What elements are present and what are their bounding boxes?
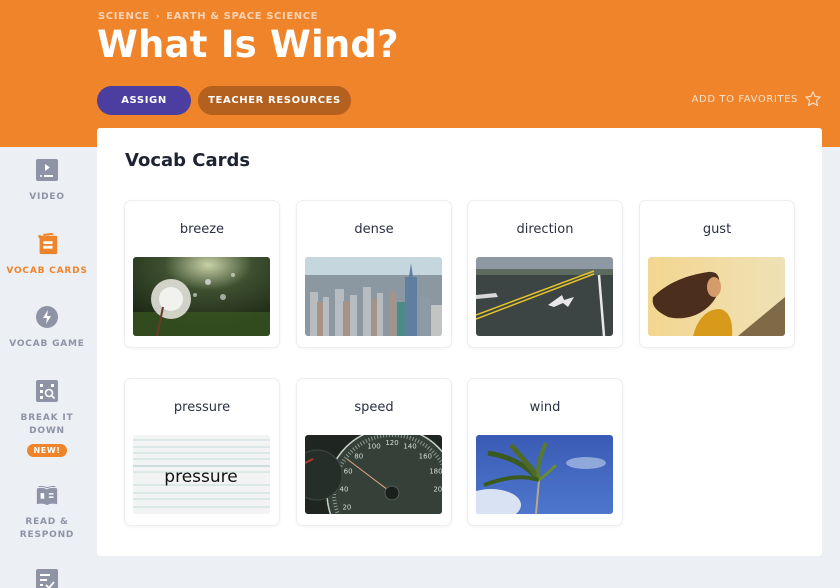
sidebar-item-vocab-game[interactable]: VOCAB GAME — [0, 305, 94, 351]
gauge-tick-label: 160 — [419, 453, 432, 461]
sidebar-item-checklist[interactable] — [0, 568, 94, 588]
vocab-card-dense[interactable]: dense — [297, 201, 451, 347]
vocab-card-image — [476, 435, 613, 514]
vocab-card-word: dense — [354, 222, 394, 237]
vocab-card-breeze[interactable]: breeze — [125, 201, 279, 347]
book-icon — [35, 483, 59, 507]
vocab-card-speed[interactable]: speed 20 40 6080 100 120 140160 180 200 — [297, 379, 451, 525]
breadcrumb-item-earth-space-science[interactable]: EARTH & SPACE SCIENCE — [166, 11, 318, 22]
gauge-tick-label: 100 — [367, 443, 380, 451]
sidebar-item-label: VOCAB GAME — [9, 339, 85, 349]
sidebar-item-label: BREAK IT DOWN — [20, 413, 74, 436]
sidebar-item-read-respond[interactable]: READ & RESPOND — [0, 483, 94, 542]
vocab-card-word: gust — [702, 222, 732, 237]
gauge-tick-label: 140 — [403, 443, 416, 451]
star-icon — [805, 91, 821, 107]
page-title: What Is Wind? — [97, 23, 399, 66]
vocab-cards-icon — [35, 232, 59, 256]
vocab-card-image — [133, 257, 270, 336]
sidebar-item-break-it-down[interactable]: BREAK IT DOWN NEW! — [0, 379, 94, 457]
checklist-icon — [35, 568, 59, 588]
gauge-tick-label: 180 — [429, 468, 442, 476]
sidebar-item-label: VIDEO — [29, 192, 65, 202]
video-icon — [35, 158, 59, 182]
vocab-card-image: 20 40 6080 100 120 140160 180 200 — [305, 435, 442, 514]
gauge-tick-label: 40 — [340, 485, 349, 493]
breadcrumb: SCIENCE › EARTH & SPACE SCIENCE — [98, 11, 318, 22]
new-badge: NEW! — [27, 444, 67, 457]
vocab-card-word: pressure — [173, 400, 231, 415]
gauge-tick-label: 200 — [433, 485, 442, 493]
breadcrumb-item-science[interactable]: SCIENCE — [98, 11, 150, 22]
sidebar-item-vocab-cards[interactable]: VOCAB CARDS — [0, 232, 94, 278]
assign-button[interactable]: ASSIGN — [97, 86, 191, 115]
vocab-card-image: pressure — [133, 435, 270, 514]
vocab-card-word: speed — [354, 400, 394, 415]
vocab-card-word: wind — [529, 400, 561, 415]
vocab-cards-panel: Vocab Cards breeze dense direction gust … — [97, 128, 822, 556]
vocab-card-gust[interactable]: gust — [640, 201, 794, 347]
sidebar-item-label: VOCAB CARDS — [6, 266, 88, 276]
vocab-card-word: breeze — [179, 222, 225, 237]
gauge-tick-label: 20 — [342, 503, 351, 511]
lightning-icon — [35, 305, 59, 329]
vocab-card-direction[interactable]: direction — [468, 201, 622, 347]
sidebar-nav: VIDEO VOCAB CARDS VOCAB GAME BREAK IT DO… — [0, 147, 94, 588]
panel-title: Vocab Cards — [125, 150, 251, 171]
vocab-card-image — [305, 257, 442, 336]
break-it-down-icon — [35, 379, 59, 403]
page-header: SCIENCE › EARTH & SPACE SCIENCE What Is … — [0, 0, 840, 147]
add-to-favorites-button[interactable]: ADD TO FAVORITES — [692, 90, 822, 108]
vocab-card-word: direction — [516, 222, 574, 237]
vocab-card-wind[interactable]: wind — [468, 379, 622, 525]
sidebar-item-label: READ & RESPOND — [19, 517, 75, 540]
add-to-favorites-label: ADD TO FAVORITES — [691, 93, 798, 105]
gauge-tick-label: 80 — [354, 453, 363, 461]
pressure-image-text: pressure — [164, 467, 237, 487]
gauge-tick-label: 120 — [385, 439, 398, 447]
gauge-tick-label: 60 — [344, 468, 353, 476]
sidebar-item-video[interactable]: VIDEO — [0, 158, 94, 204]
teacher-resources-button[interactable]: TEACHER RESOURCES — [198, 86, 351, 115]
breadcrumb-separator: › — [155, 11, 161, 22]
vocab-card-image — [648, 257, 785, 336]
vocab-card-image — [476, 257, 613, 336]
vocab-card-pressure[interactable]: pressure pressure — [125, 379, 279, 525]
